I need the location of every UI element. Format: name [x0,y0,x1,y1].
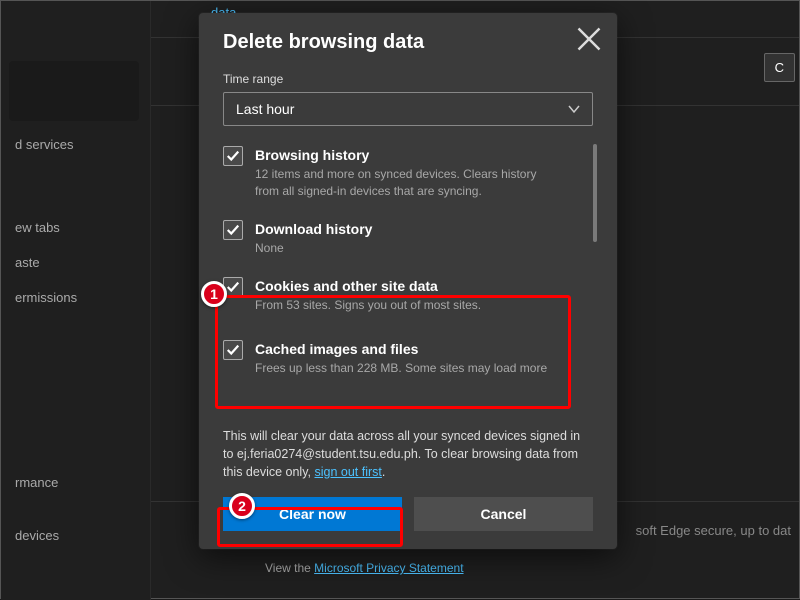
check-icon [226,343,240,357]
sidebar-item[interactable]: devices [1,518,150,553]
check-icon [226,149,240,163]
item-cached: Cached images and files Frees up less th… [223,334,583,391]
dialog-title: Delete browsing data [223,31,424,54]
time-range-label: Time range [223,72,593,86]
item-desc: None [255,240,372,257]
sidebar-item[interactable]: rmance [1,465,150,500]
time-range-select[interactable]: Last hour [223,92,593,126]
settings-sidebar: d services ew tabs aste ermissions rmanc… [1,1,151,600]
item-title: Cookies and other site data [255,277,481,295]
close-icon [575,25,603,53]
clear-now-button[interactable]: Clear now [223,497,402,531]
data-type-list: Browsing history 12 items and more on sy… [223,140,593,425]
delete-browsing-data-dialog: Delete browsing data Time range Last hou… [199,13,617,549]
item-title: Cached images and files [255,340,547,358]
chevron-down-icon [568,103,580,115]
cancel-button[interactable]: Cancel [414,497,593,531]
checkbox-cached[interactable] [223,340,243,360]
sign-out-link[interactable]: sign out first [314,465,381,479]
time-range-value: Last hour [236,101,294,117]
sidebar-item[interactable]: ew tabs [1,210,150,245]
scrollbar[interactable] [593,144,597,242]
item-browsing-history: Browsing history 12 items and more on sy… [223,140,583,214]
sidebar-item[interactable]: d services [1,127,150,162]
close-button[interactable] [575,25,603,53]
sidebar-item[interactable]: ermissions [1,280,150,315]
item-desc: Frees up less than 228 MB. Some sites ma… [255,360,547,377]
privacy-statement-link[interactable]: Microsoft Privacy Statement [314,561,463,575]
item-desc: 12 items and more on synced devices. Cle… [255,166,555,200]
sidebar-item[interactable]: aste [1,245,150,280]
check-icon [226,280,240,294]
checkbox-download-history[interactable] [223,220,243,240]
check-icon [226,223,240,237]
item-desc: From 53 sites. Signs you out of most sit… [255,297,481,314]
checkbox-cookies[interactable] [223,277,243,297]
sync-note: This will clear your data across all you… [223,427,593,481]
background-right-button[interactable]: C [764,53,795,82]
checkbox-browsing-history[interactable] [223,146,243,166]
item-title: Browsing history [255,146,555,164]
item-cookies: Cookies and other site data From 53 site… [223,271,583,334]
item-title: Download history [255,220,372,238]
item-download-history: Download history None [223,214,583,271]
privacy-statement-line: View the Microsoft Privacy Statement [265,561,464,575]
